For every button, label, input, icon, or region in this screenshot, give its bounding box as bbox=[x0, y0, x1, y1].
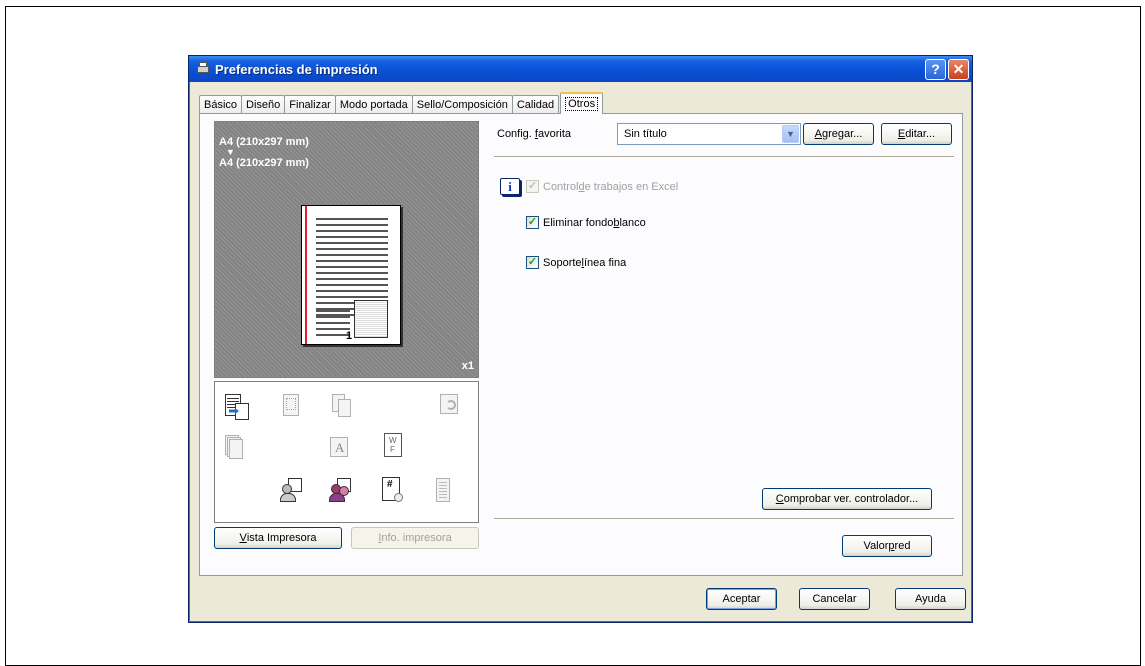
watermark-wf-icon: W F bbox=[384, 433, 406, 459]
default-values-button[interactable]: Valor p red bbox=[842, 535, 932, 557]
check-icon: ✓ bbox=[526, 216, 539, 229]
printer-send-icon bbox=[225, 394, 249, 420]
copy-pages-icon bbox=[332, 394, 354, 420]
thin-line-support-checkbox[interactable]: ✓ Soporte l ínea fina bbox=[526, 256, 626, 269]
paper-size-output: A4 (210x297 mm) bbox=[219, 157, 309, 169]
tab-modo-portada[interactable]: Modo portada bbox=[334, 95, 413, 114]
account-track-icon bbox=[329, 478, 351, 504]
favorite-config-label: Config. favorita bbox=[497, 128, 572, 140]
separator bbox=[494, 156, 954, 158]
page-thumbnail bbox=[354, 300, 388, 338]
cancel-button[interactable]: Cancelar bbox=[799, 588, 870, 610]
close-icon[interactable]: ✕ bbox=[948, 58, 969, 80]
rotate-icon bbox=[440, 394, 462, 420]
tab-calidad[interactable]: Calidad bbox=[511, 95, 560, 114]
settings-icon-panel: A W F # bbox=[214, 381, 479, 523]
add-favorite-button[interactable]: Agregar... bbox=[803, 123, 874, 145]
printer-icon bbox=[195, 61, 211, 77]
tab-panel-otros: A4 (210x297 mm) ▼ A4 (210x297 mm) 1 x1 A… bbox=[199, 113, 963, 576]
printer-info-button[interactable]: Info. impresora bbox=[351, 527, 479, 549]
title-bar[interactable]: Preferencias de impresión ? ✕ bbox=[189, 56, 972, 82]
check-icon: ✓ bbox=[526, 180, 539, 193]
document-list-icon bbox=[434, 478, 456, 504]
copies-count: x1 bbox=[461, 360, 474, 372]
staple-icon bbox=[281, 394, 303, 420]
chevron-down-icon[interactable]: ▼ bbox=[782, 125, 799, 143]
info-icon: i bbox=[500, 178, 520, 195]
tab-finalizar[interactable]: Finalizar bbox=[284, 95, 336, 114]
ok-button[interactable]: Aceptar bbox=[706, 588, 777, 610]
print-preview: A4 (210x297 mm) ▼ A4 (210x297 mm) 1 x1 bbox=[214, 121, 479, 378]
printer-view-button[interactable]: Vista Impresora bbox=[214, 527, 342, 549]
down-arrow-icon: ▼ bbox=[226, 147, 235, 157]
tab-otros[interactable]: Otros bbox=[560, 92, 604, 114]
separator bbox=[494, 518, 954, 520]
help-title-button[interactable]: ? bbox=[925, 58, 946, 80]
favorite-config-select[interactable]: Sin título ▼ bbox=[617, 123, 801, 145]
user-auth-icon bbox=[280, 478, 302, 504]
excel-job-control-checkbox[interactable]: ✓ Control de trabajos en Excel bbox=[526, 180, 678, 193]
page-number: 1 bbox=[346, 330, 353, 342]
tab-basico[interactable]: Básico bbox=[199, 95, 243, 114]
remove-white-background-checkbox[interactable]: ✓ Eliminar fondo b lanco bbox=[526, 216, 646, 229]
check-driver-version-button[interactable]: Comprobar ver. controlador... bbox=[762, 488, 932, 510]
tab-strip: Básico Diseño Finalizar Modo portada Sel… bbox=[199, 92, 604, 114]
number-icon: # bbox=[382, 477, 404, 503]
edit-favorite-button[interactable]: Editar... bbox=[881, 123, 952, 145]
window-title: Preferencias de impresión bbox=[215, 61, 378, 77]
stack-icon bbox=[225, 435, 247, 461]
check-icon: ✓ bbox=[526, 256, 539, 269]
print-preferences-dialog: Preferencias de impresión ? ✕ Básico Dis… bbox=[188, 55, 973, 623]
preview-page: 1 bbox=[301, 205, 401, 345]
help-button[interactable]: Ayuda bbox=[895, 588, 966, 610]
tab-diseno[interactable]: Diseño bbox=[241, 95, 286, 114]
favorite-config-value: Sin título bbox=[624, 128, 667, 140]
text-a-icon: A bbox=[330, 435, 352, 461]
tab-sello-composicion[interactable]: Sello/Composición bbox=[411, 95, 513, 114]
